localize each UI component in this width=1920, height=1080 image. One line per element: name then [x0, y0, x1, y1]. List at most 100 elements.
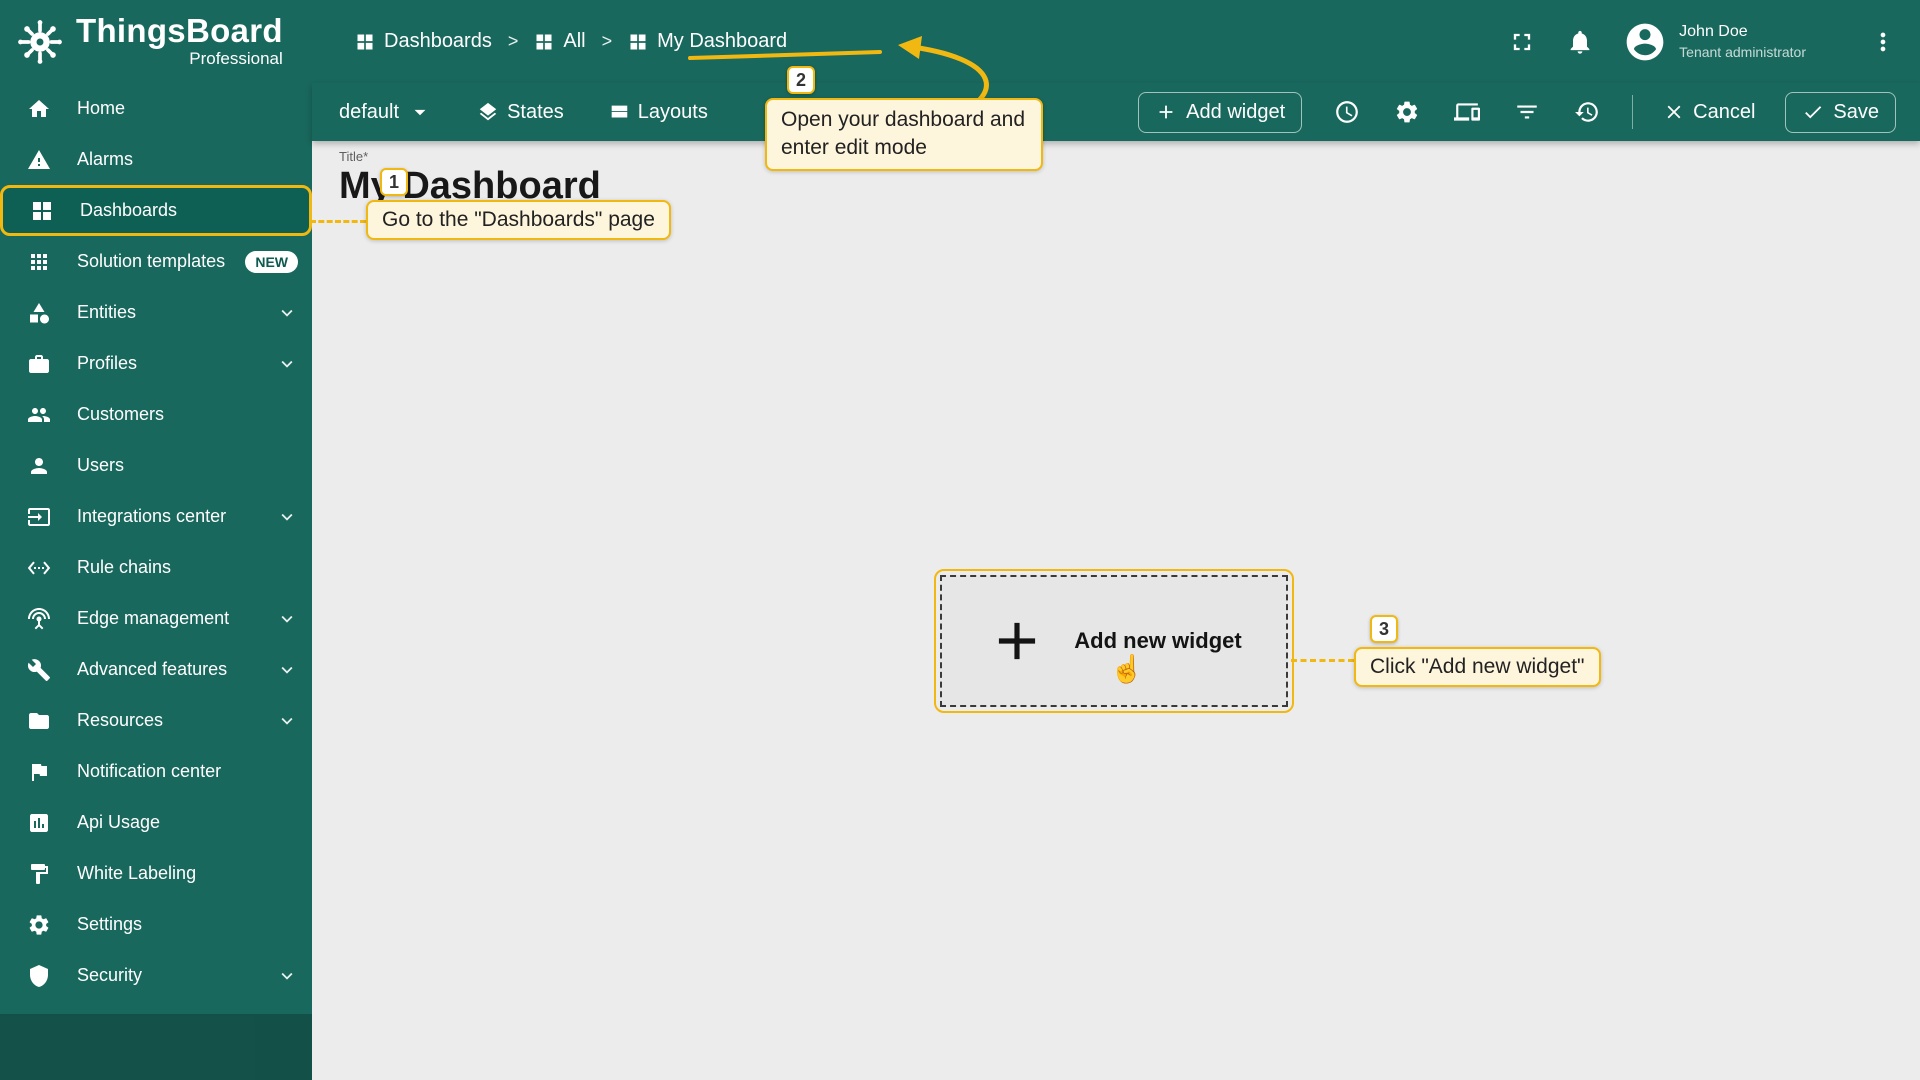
- sidebar-item-label: Users: [77, 455, 125, 475]
- chevron-down-icon: [276, 608, 298, 630]
- sidebar-item-label: Solution templates: [77, 251, 226, 271]
- header: Dashboards > All > My Dashboard John Doe Ten…: [312, 0, 1920, 83]
- layers-icon: [477, 101, 499, 123]
- filters-icon[interactable]: [1512, 97, 1542, 127]
- sidebar-item-label: Settings: [77, 914, 143, 934]
- version-history-icon[interactable]: [1572, 97, 1602, 127]
- sidebar-item-advanced-features[interactable]: Advanced features: [0, 644, 312, 695]
- folder-icon: [27, 709, 51, 733]
- states-label: States: [507, 100, 564, 123]
- sidebar-item-resources[interactable]: Resources: [0, 695, 312, 746]
- flag-icon: [27, 760, 51, 784]
- warning-icon: [27, 148, 51, 172]
- add-widget-button[interactable]: Add widget: [1138, 91, 1303, 133]
- notifications-bell-icon[interactable]: [1565, 27, 1595, 57]
- dashboard-toolbar: default States Layouts Add widget Cancel: [312, 83, 1920, 141]
- layouts-icon: [608, 101, 630, 123]
- breadcrumb-label: My Dashboard: [657, 30, 788, 52]
- sidebar-item-dashboards[interactable]: Dashboards: [0, 185, 312, 236]
- sidebar-item-label: Security: [77, 965, 143, 985]
- sidebar-item-customers[interactable]: Customers: [0, 389, 312, 440]
- dashboard-settings-icon[interactable]: [1392, 97, 1422, 127]
- add-widget-label: Add widget: [1186, 100, 1286, 123]
- dropdown-caret-icon: [407, 99, 433, 125]
- thingsboard-app: ThingsBoard Professional Home Alarms Dashb…: [0, 0, 1920, 1080]
- add-widget-highlight: Add new widget ☝: [934, 569, 1294, 713]
- sidebar-item-white-labeling[interactable]: White Labeling: [0, 848, 312, 899]
- sidebar-item-alarms[interactable]: Alarms: [0, 134, 312, 185]
- breadcrumb-item-all[interactable]: All: [534, 30, 586, 53]
- breadcrumb: Dashboards > All > My Dashboard: [355, 30, 787, 53]
- sidebar-item-solution-templates[interactable]: Solution templates NEW: [0, 236, 312, 287]
- user-menu[interactable]: John Doe Tenant administrator: [1623, 20, 1806, 64]
- dashboard-content: Title* My Dashboard Add new widget ☝: [312, 141, 1920, 1080]
- customers-icon: [27, 403, 51, 427]
- chevron-down-icon: [276, 302, 298, 324]
- sidebar-item-settings[interactable]: Settings: [0, 899, 312, 950]
- sidebar-item-api-usage[interactable]: Api Usage: [0, 797, 312, 848]
- sidebar-item-label: Api Usage: [77, 812, 161, 832]
- add-new-widget-label: Add new widget: [1074, 628, 1242, 653]
- app-name: ThingsBoard: [76, 12, 283, 50]
- title-field-label: Title*: [339, 149, 369, 164]
- sidebar-item-label: White Labeling: [77, 863, 197, 883]
- sidebar-item-home[interactable]: Home: [0, 83, 312, 134]
- input-icon: [27, 505, 51, 529]
- cancel-label: Cancel: [1693, 100, 1756, 123]
- dashboard-icon: [534, 32, 554, 52]
- save-button[interactable]: Save: [1785, 91, 1896, 133]
- antenna-icon: [27, 607, 51, 631]
- chevron-down-icon: [276, 710, 298, 732]
- breadcrumb-separator: >: [601, 31, 613, 51]
- state-selector[interactable]: default: [339, 99, 433, 125]
- layouts-button[interactable]: Layouts: [608, 101, 708, 124]
- user-name: John Doe: [1679, 23, 1748, 40]
- app-edition: Professional: [189, 48, 283, 68]
- gear-icon: [27, 913, 51, 937]
- sidebar-item-rule-chains[interactable]: Rule chains: [0, 542, 312, 593]
- logo[interactable]: ThingsBoard Professional: [0, 0, 312, 83]
- user-role: Tenant administrator: [1679, 43, 1806, 60]
- sidebar-item-label: Alarms: [77, 149, 134, 169]
- sidebar-item-notification-center[interactable]: Notification center: [0, 746, 312, 797]
- add-new-widget-button[interactable]: Add new widget ☝: [940, 575, 1288, 707]
- fullscreen-icon[interactable]: [1507, 27, 1537, 57]
- time-window-icon[interactable]: [1332, 97, 1362, 127]
- thingsboard-logo-icon: [14, 16, 66, 68]
- person-icon: [27, 454, 51, 478]
- sidebar-item-users[interactable]: Users: [0, 440, 312, 491]
- sidebar-item-label: Notification center: [77, 761, 222, 781]
- sidebar-item-label: Rule chains: [77, 557, 172, 577]
- states-button[interactable]: States: [477, 101, 564, 124]
- apps-icon: [27, 250, 51, 274]
- sidebar-item-entities[interactable]: Entities: [0, 287, 312, 338]
- new-badge: NEW: [245, 250, 298, 273]
- sidebar-item-label: Integrations center: [77, 506, 227, 526]
- sidebar-item-profiles[interactable]: Profiles: [0, 338, 312, 389]
- breadcrumb-item-my-dashboard[interactable]: My Dashboard: [628, 30, 787, 53]
- check-icon: [1802, 101, 1824, 123]
- sidebar-nav: Home Alarms Dashboards Solution templates NE…: [0, 83, 312, 1001]
- save-label: Save: [1833, 100, 1879, 123]
- sidebar-footer: [0, 1014, 312, 1080]
- breadcrumb-item-dashboards[interactable]: Dashboards: [355, 30, 492, 53]
- layouts-label: Layouts: [637, 100, 708, 123]
- toolbar-left: default States Layouts: [339, 99, 708, 125]
- dashboard-title-input[interactable]: My Dashboard: [339, 165, 601, 208]
- sidebar-item-label: Resources: [77, 710, 164, 730]
- toolbar-divider: [1632, 95, 1634, 129]
- sidebar-item-label: Dashboards: [80, 200, 178, 220]
- sidebar-item-label: Advanced features: [77, 659, 228, 679]
- sidebar-item-edge-management[interactable]: Edge management: [0, 593, 312, 644]
- plus-icon: [1155, 101, 1177, 123]
- chevron-down-icon: [276, 353, 298, 375]
- sidebar-item-label: Entities: [77, 302, 137, 322]
- cancel-button[interactable]: Cancel: [1663, 101, 1755, 124]
- dashboard-icon: [628, 32, 648, 52]
- sidebar-item-label: Edge management: [77, 608, 230, 628]
- entity-aliases-icon[interactable]: [1452, 97, 1482, 127]
- sidebar-item-security[interactable]: Security: [0, 950, 312, 1001]
- more-vert-icon[interactable]: [1868, 27, 1898, 57]
- sidebar-item-label: Home: [77, 98, 126, 118]
- sidebar-item-integrations-center[interactable]: Integrations center: [0, 491, 312, 542]
